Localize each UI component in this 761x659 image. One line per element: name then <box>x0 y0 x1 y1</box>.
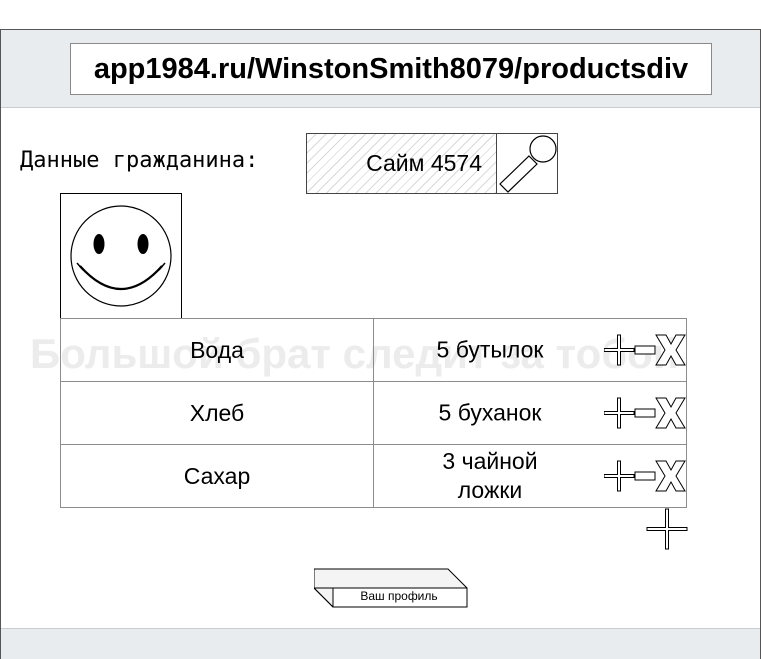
minus-icon[interactable] <box>634 345 656 355</box>
table-row: Хлеб 5 буханок <box>60 381 687 445</box>
product-quantity-cell: 3 чайной ложки <box>373 444 687 508</box>
x-icon[interactable] <box>655 397 686 429</box>
citizen-search-value: Сайм 4574 <box>366 150 482 176</box>
plus-icon[interactable] <box>604 397 635 429</box>
product-name: Вода <box>60 318 374 382</box>
table-row: Сахар 3 чайной ложки <box>60 444 687 508</box>
footer-bar <box>1 628 760 659</box>
product-quantity-line: ложки <box>457 477 523 503</box>
search-button[interactable] <box>498 134 557 193</box>
product-name: Сахар <box>60 444 374 508</box>
product-quantity: 5 буханок <box>438 399 542 426</box>
avatar <box>60 193 182 319</box>
plus-icon[interactable] <box>604 460 635 492</box>
minus-icon[interactable] <box>634 408 656 418</box>
table-row: Вода 5 бутылок <box>60 318 687 382</box>
x-icon[interactable] <box>655 460 686 492</box>
product-quantity-cell: 5 буханок <box>373 381 687 445</box>
row-controls <box>604 334 686 366</box>
add-product-button[interactable] <box>646 508 688 550</box>
minus-icon[interactable] <box>634 471 656 481</box>
product-quantity: 5 бутылок <box>436 336 544 363</box>
row-controls <box>604 460 686 492</box>
plus-icon[interactable] <box>604 334 635 366</box>
plus-icon <box>646 508 688 550</box>
profile-button-label: Ваш профиль <box>360 589 438 603</box>
x-icon[interactable] <box>655 334 686 366</box>
product-quantity-line: 3 чайной <box>442 448 538 474</box>
product-quantity-cell: 5 бутылок <box>373 318 687 382</box>
citizen-data-label: Данные гражданина: <box>20 148 259 173</box>
citizen-search-input[interactable]: Сайм 4574 <box>307 134 497 193</box>
row-controls <box>604 397 686 429</box>
smiley-face-icon <box>70 205 172 307</box>
citizen-search: Сайм 4574 <box>306 133 558 194</box>
url-bar[interactable]: app1984.ru/WinstonSmith8079/productsdiv <box>70 43 712 95</box>
magnifier-icon <box>499 135 557 193</box>
product-quantity: 3 чайной ложки <box>374 447 606 505</box>
product-name: Хлеб <box>60 381 374 445</box>
product-table: Вода 5 бутылок Хлеб 5 буханок Сахар 3 ча… <box>60 318 687 508</box>
